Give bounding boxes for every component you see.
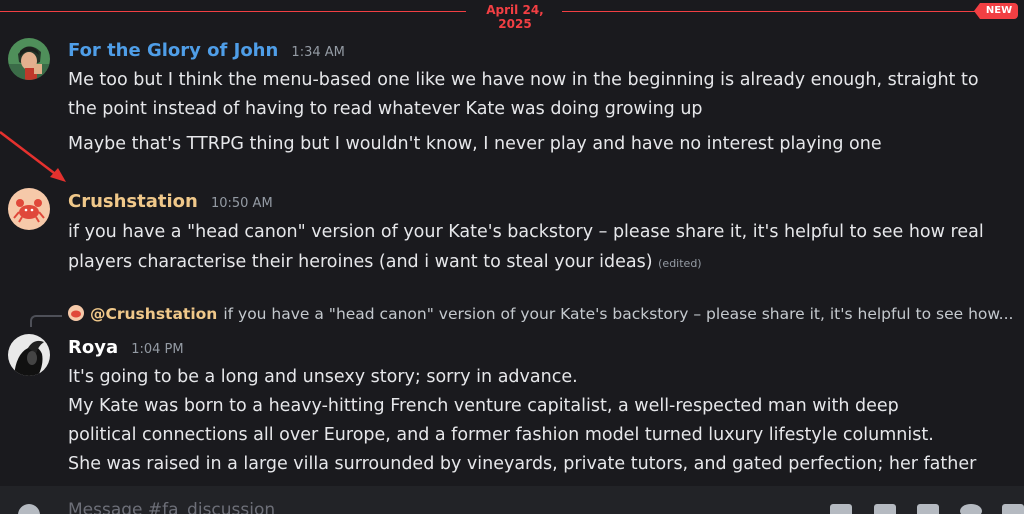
message-composer[interactable]: Message #fa_discussion <box>0 486 1024 514</box>
message-header: Roya 1:04 PM <box>68 337 184 358</box>
message-timestamp: 1:04 PM <box>131 342 184 357</box>
author-name[interactable]: Crushstation <box>68 191 198 212</box>
composer-input[interactable]: Message #fa_discussion <box>68 500 275 514</box>
gift-icon[interactable] <box>830 504 852 514</box>
emoji-icon[interactable] <box>960 504 982 514</box>
edited-label: (edited) <box>658 257 702 270</box>
message-line: political connections all over Europe, a… <box>68 425 934 445</box>
message-line: It's going to be a long and unsexy story… <box>68 367 578 387</box>
message-line: players characterise their heroines (and… <box>68 252 653 272</box>
message-line-with-edited: players characterise their heroines (and… <box>68 248 1008 278</box>
message-timestamp: 1:34 AM <box>291 45 345 60</box>
message-line: She was raised in a large villa surround… <box>68 454 977 474</box>
apps-icon[interactable] <box>1002 504 1024 514</box>
reply-mention[interactable]: @Crushstation <box>90 305 217 323</box>
message-line: My Kate was born to a heavy-hitting Fren… <box>68 396 899 416</box>
divider-line-left <box>0 11 466 12</box>
message-header: For the Glory of John 1:34 AM <box>68 40 345 61</box>
annotation-arrow-icon <box>0 131 66 182</box>
divider-date: April 24, 2025 <box>486 3 544 31</box>
new-messages-badge: NEW <box>974 3 1018 19</box>
avatar-crushstation[interactable] <box>8 188 50 230</box>
avatar-roya[interactable] <box>8 334 50 376</box>
reply-spine <box>30 315 62 327</box>
plus-icon[interactable] <box>18 504 40 514</box>
reply-preview[interactable]: if you have a "head canon" version of yo… <box>223 305 1013 323</box>
author-name[interactable]: For the Glory of John <box>68 40 278 61</box>
message-timestamp: 10:50 AM <box>210 196 273 211</box>
gif-icon[interactable] <box>874 504 896 514</box>
divider-line-right <box>562 11 980 12</box>
message-line: Me too but I think the menu-based one li… <box>68 70 979 90</box>
message-line: Maybe that's TTRPG thing but I wouldn't … <box>68 134 882 154</box>
sticker-icon[interactable] <box>917 504 939 514</box>
date-divider: April 24, 2025 NEW <box>0 0 1024 31</box>
message-line: the point instead of having to read what… <box>68 99 703 119</box>
message-header: Crushstation 10:50 AM <box>68 191 273 212</box>
message-line: if you have a "head canon" version of yo… <box>68 222 984 242</box>
reply-reference[interactable]: @Crushstation if you have a "head canon" … <box>68 305 1013 323</box>
avatar-for-the-glory-of-john[interactable] <box>8 38 50 80</box>
reply-avatar <box>68 305 84 321</box>
author-name[interactable]: Roya <box>68 337 118 358</box>
